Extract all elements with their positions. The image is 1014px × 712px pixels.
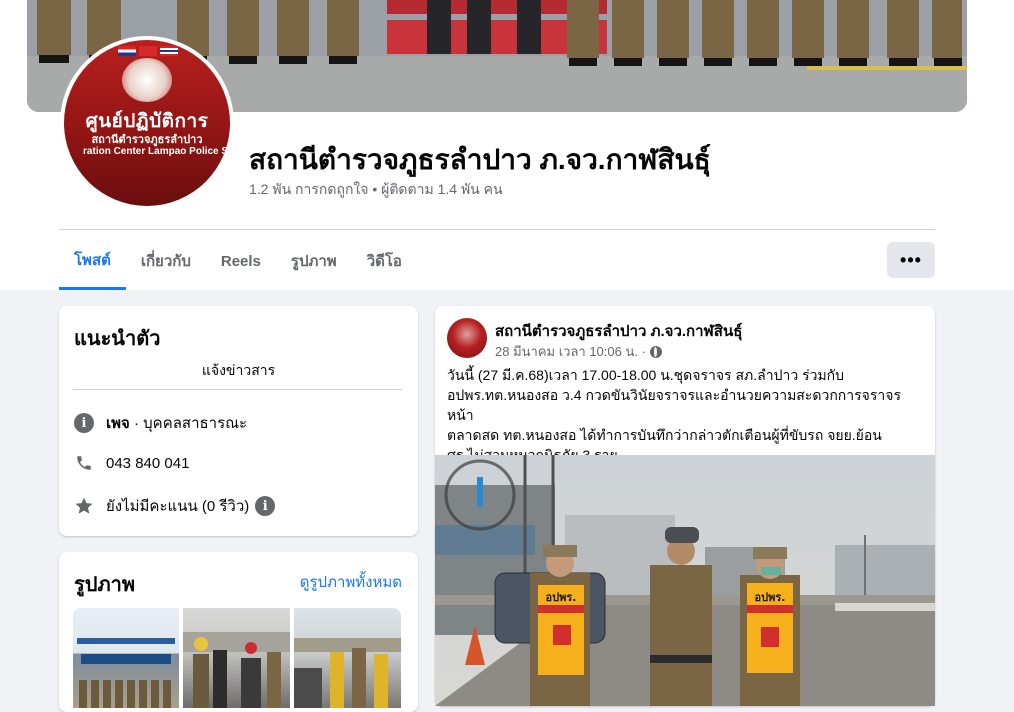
tab-posts[interactable]: โพสต์ [59,232,126,290]
profile-picture-subtitle-en: ration Center Lampao Police Sta [83,146,230,157]
post-timestamp[interactable]: 28 มีนาคม เวลา 10:06 น. · [495,341,646,362]
tab-reels[interactable]: Reels [206,232,276,290]
page-type-label[interactable]: เพจ [106,415,130,432]
globe-icon [649,345,662,358]
photo-thumbnail[interactable] [294,608,401,708]
page-title: สถานีตำรวจภูธรลำปาว ภ.จว.กาฬสินธุ์ [249,144,711,175]
more-dots-icon: ••• [900,249,922,270]
phone-icon [74,453,94,473]
vest-label: อปพร. [755,591,786,604]
photo-thumbnail[interactable] [73,608,179,708]
rating-row: ยังไม่มีคะแนน (0 รีวิว) i [74,494,276,518]
profile-picture[interactable]: ศูนย์ปฏิบัติการ สถานีตำรวจภูธรลำปาว rati… [60,36,234,210]
photo-thumbnail[interactable] [183,608,290,708]
post-author-avatar[interactable] [447,318,487,358]
vest-label: อปพร. [546,591,577,604]
tab-about[interactable]: เกี่ยวกับ [126,232,206,290]
star-icon [74,496,94,516]
phone-number[interactable]: 043 840 041 [106,455,189,472]
intro-card: แนะนำตัว แจ้งข่าวสาร i เพจ · บุคคลสาธารณ… [59,306,418,536]
page-tabs: โพสต์ เกี่ยวกับ Reels รูปภาพ วิดีโอ [59,232,417,290]
info-icon: i [74,413,94,433]
phone-row: 043 840 041 [74,453,189,473]
police-emblem-icon [122,58,172,102]
post-text: วันนี้ (27 มี.ค.68)เวลา 17.00-18.00 น.ชุ… [447,367,901,463]
intro-title: แนะนำตัว [74,328,161,350]
see-all-photos-link[interactable]: ดูรูปภาพทั้งหมด [300,570,402,594]
post-meta: 28 มีนาคม เวลา 10:06 น. · [495,341,662,362]
more-options-button[interactable]: ••• [887,242,935,278]
flag-icons [118,46,178,56]
intro-divider [73,389,402,390]
photo-grid [73,608,401,708]
page-stats[interactable]: 1.2 พัน การกดถูกใจ • ผู้ติดตาม 1.4 พัน ค… [249,179,503,201]
intro-bio: แจ้งข่าวสาร [201,362,276,378]
tab-photos[interactable]: รูปภาพ [276,232,352,290]
photos-title: รูปภาพ [74,574,136,596]
post-photo[interactable]: อปพร. อปพร. [435,455,935,706]
photos-card: รูปภาพ ดูรูปภาพทั้งหมด [59,552,418,712]
page-type-row: i เพจ · บุคคลสาธารณะ [74,411,247,435]
page-type-category: · บุคคลสาธารณะ [129,415,248,432]
header-divider [59,229,935,230]
post-card: สถานีตำรวจภูธรลำปาว ภ.จว.กาฬสินธุ์ 28 มี… [435,306,935,706]
rating-info-icon[interactable]: i [255,496,276,516]
tab-videos[interactable]: วิดีโอ [352,232,417,290]
page-header: ศูนย์ปฏิบัติการ สถานีตำรวจภูธรลำปาว rati… [0,0,1014,290]
post-author-name[interactable]: สถานีตำรวจภูธรลำปาว ภ.จว.กาฬสินธุ์ [495,319,742,343]
rating-text: ยังไม่มีคะแนน (0 รีวิว) [106,498,250,515]
profile-picture-image: ศูนย์ปฏิบัติการ สถานีตำรวจภูธรลำปาว rati… [64,40,230,206]
